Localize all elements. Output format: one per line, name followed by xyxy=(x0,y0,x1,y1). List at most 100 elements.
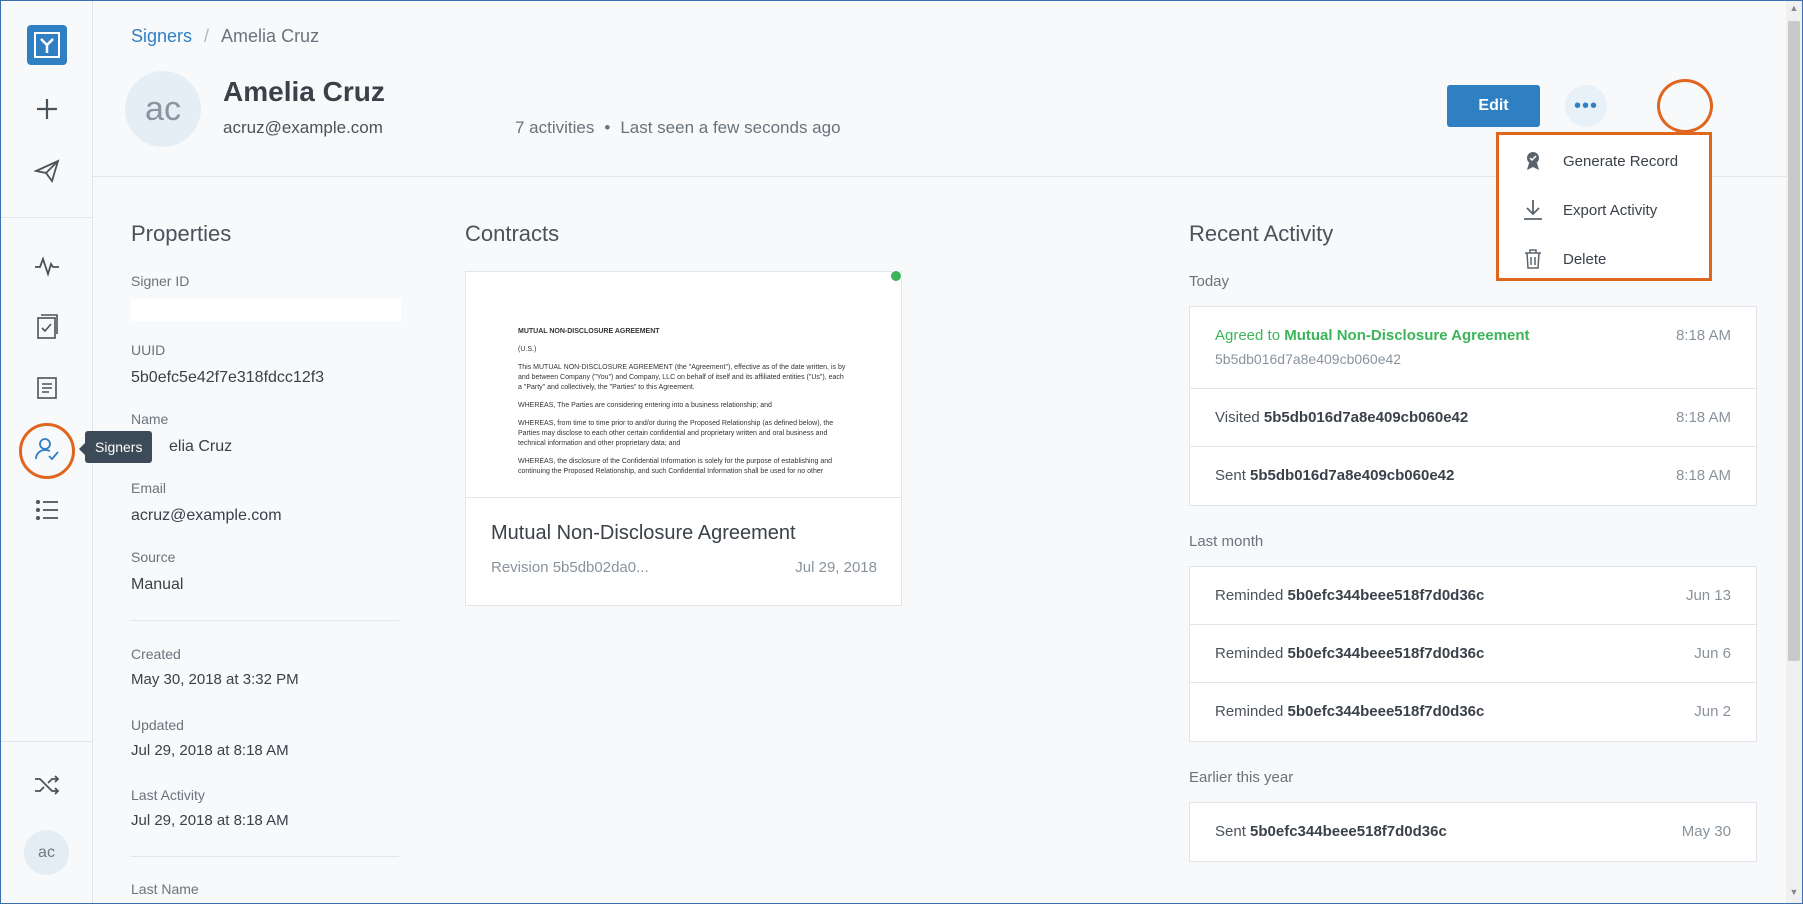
source-value: Manual xyxy=(131,576,184,593)
updated-label: Updated xyxy=(131,717,184,733)
app-logo-icon[interactable] xyxy=(27,25,67,65)
activity-icon[interactable] xyxy=(27,246,67,286)
trash-icon xyxy=(1521,249,1545,269)
breadcrumb-signers-link[interactable]: Signers xyxy=(131,26,192,46)
email-label: Email xyxy=(131,480,167,496)
last-activity-value: Jul 29, 2018 at 8:18 AM xyxy=(131,812,289,829)
uuid-label: UUID xyxy=(131,342,166,358)
activity-list-today: Agreed to Mutual Non-Disclosure Agreemen… xyxy=(1189,306,1757,506)
signer-id-value xyxy=(131,299,401,321)
activity-target[interactable]: Mutual Non-Disclosure Agreement xyxy=(1284,327,1529,344)
scroll-down-icon[interactable]: ▼ xyxy=(1788,887,1800,901)
doc-paragraph: WHEREAS, The Parties are considering ent… xyxy=(518,402,772,409)
contract-revision: Revision 5b5db02da0... xyxy=(491,559,649,576)
activity-row[interactable]: Reminded 5b0efc344beee518f7d0d36c Jun 2 xyxy=(1190,683,1756,741)
page-scrollbar[interactable]: ▲ ▼ xyxy=(1786,1,1802,903)
meta-separator: • xyxy=(604,118,611,137)
activity-time: Jun 6 xyxy=(1694,645,1731,662)
status-dot xyxy=(890,270,902,282)
checklist-icon[interactable] xyxy=(27,307,67,347)
activity-row[interactable]: Agreed to Mutual Non-Disclosure Agreemen… xyxy=(1190,307,1756,389)
activity-action: Sent xyxy=(1215,823,1251,840)
breadcrumb: Signers / Amelia Cruz xyxy=(131,26,320,46)
recent-activity-title: Recent Activity xyxy=(1189,221,1334,246)
activity-time: 8:18 AM xyxy=(1675,409,1731,426)
activity-time: 8:18 AM xyxy=(1675,467,1731,484)
activity-action: Reminded xyxy=(1215,587,1288,604)
download-icon xyxy=(1521,199,1545,221)
scroll-up-icon[interactable]: ▲ xyxy=(1788,3,1800,17)
activity-row[interactable]: Reminded 5b0efc344beee518f7d0d36c Jun 13 xyxy=(1190,567,1756,625)
highlight-ring xyxy=(1657,79,1713,133)
name-value: elia Cruz xyxy=(169,438,233,455)
edit-button[interactable]: Edit xyxy=(1447,85,1540,127)
last-name-label: Last Name xyxy=(131,881,199,897)
activity-action: Reminded xyxy=(1215,645,1288,662)
activity-row[interactable]: Sent 5b5db016d7a8e409cb060e42 8:18 AM xyxy=(1190,447,1756,505)
activity-target: 5b0efc344beee518f7d0d36c xyxy=(1287,703,1485,720)
ellipsis-icon: ••• xyxy=(1573,94,1598,117)
menu-item-label: Delete xyxy=(1563,250,1607,268)
page-title: Amelia Cruz xyxy=(223,76,385,107)
activity-row[interactable]: Sent 5b0efc344beee518f7d0d36c May 30 xyxy=(1190,803,1756,861)
send-icon[interactable] xyxy=(27,151,67,191)
doc-paragraph: WHEREAS, from time to time prior to and/… xyxy=(518,420,834,447)
plus-icon[interactable] xyxy=(27,89,67,129)
more-options-menu: Generate Record Export Activity Delete xyxy=(1496,132,1712,281)
menu-item-label: Generate Record xyxy=(1563,152,1679,170)
document-preview: MUTUAL NON-DISCLOSURE AGREEMENT (U.S.) T… xyxy=(466,272,901,498)
activity-time: May 30 xyxy=(1681,823,1731,840)
activity-time: Jun 13 xyxy=(1685,587,1731,604)
badge-icon xyxy=(1521,151,1545,171)
created-value: May 30, 2018 at 3:32 PM xyxy=(131,671,299,688)
highlight-ring xyxy=(19,423,75,479)
sidebar-divider xyxy=(1,217,93,218)
menu-item-delete[interactable]: Delete xyxy=(1499,238,1709,280)
menu-item-export-activity[interactable]: Export Activity xyxy=(1499,189,1709,231)
properties-title: Properties xyxy=(131,221,232,246)
menu-item-generate-record[interactable]: Generate Record xyxy=(1499,140,1709,182)
source-label: Source xyxy=(131,549,176,565)
doc-paragraph: WHEREAS, the disclosure of the Confident… xyxy=(518,458,832,475)
activity-action: Visited xyxy=(1215,409,1264,426)
contract-date: Jul 29, 2018 xyxy=(795,559,877,576)
menu-item-label: Export Activity xyxy=(1563,201,1658,219)
updated-value: Jul 29, 2018 at 8:18 AM xyxy=(131,742,289,759)
document-icon[interactable] xyxy=(27,368,67,408)
contract-card[interactable]: MUTUAL NON-DISCLOSURE AGREEMENT (U.S.) T… xyxy=(465,271,902,606)
shuffle-icon[interactable] xyxy=(27,765,67,805)
breadcrumb-current: Amelia Cruz xyxy=(221,26,320,46)
activity-action: Agreed to xyxy=(1215,327,1285,344)
signer-email: acruz@example.com xyxy=(223,118,383,137)
activity-row[interactable]: Visited 5b5db016d7a8e409cb060e42 8:18 AM xyxy=(1190,389,1756,447)
group-label-last-month: Last month xyxy=(1189,533,1264,550)
sidebar-divider xyxy=(1,741,93,742)
more-options-button[interactable]: ••• xyxy=(1565,85,1607,127)
signer-id-label: Signer ID xyxy=(131,273,190,289)
activity-target: 5b5db016d7a8e409cb060e42 xyxy=(1263,409,1469,426)
user-avatar[interactable]: ac xyxy=(24,830,69,875)
email-value: acruz@example.com xyxy=(131,507,282,524)
activity-list-last-month: Reminded 5b0efc344beee518f7d0d36c Jun 13… xyxy=(1189,566,1757,742)
contract-title: Mutual Non-Disclosure Agreement xyxy=(491,522,796,544)
doc-heading: MUTUAL NON-DISCLOSURE AGREEMENT xyxy=(518,328,660,335)
doc-subheading: (U.S.) xyxy=(518,346,537,353)
properties-divider xyxy=(131,856,399,857)
activity-target: 5b0efc344beee518f7d0d36c xyxy=(1287,645,1485,662)
name-label: Name xyxy=(131,411,169,427)
contracts-title: Contracts xyxy=(465,221,560,246)
signer-meta: 7 activities • Last seen a few seconds ago xyxy=(515,118,841,138)
activity-action: Sent xyxy=(1215,467,1251,484)
list-icon[interactable] xyxy=(27,490,67,530)
scroll-thumb[interactable] xyxy=(1788,21,1800,661)
activity-id: 5b5db016d7a8e409cb060e42 xyxy=(1215,351,1402,367)
last-seen: Last seen a few seconds ago xyxy=(620,118,841,137)
activity-target: 5b5db016d7a8e409cb060e42 xyxy=(1250,467,1455,484)
activity-time: 8:18 AM xyxy=(1675,327,1731,344)
doc-paragraph: This MUTUAL NON-DISCLOSURE AGREEMENT (th… xyxy=(518,364,846,391)
activity-target: 5b0efc344beee518f7d0d36c xyxy=(1287,587,1485,604)
signers-tooltip: Signers xyxy=(78,431,153,463)
activity-action: Reminded xyxy=(1215,703,1288,720)
activity-time: Jun 2 xyxy=(1694,703,1731,720)
activity-row[interactable]: Reminded 5b0efc344beee518f7d0d36c Jun 6 xyxy=(1190,625,1756,683)
